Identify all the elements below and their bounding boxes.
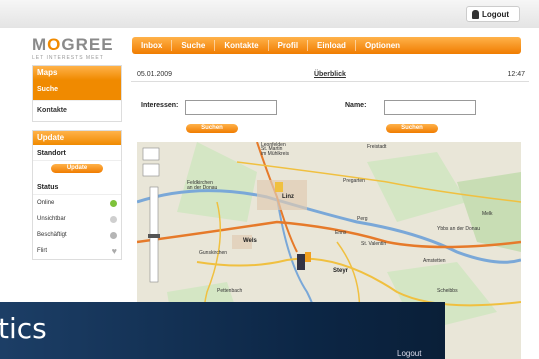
main-nav: Inbox Suche Kontakte Profil Einload Opti… [132, 37, 521, 54]
nav-kontakte[interactable]: Kontakte [215, 40, 269, 51]
name-search-button[interactable]: Suchen [386, 124, 438, 133]
background-window-title: tics [0, 312, 47, 345]
svg-text:Freistadt: Freistadt [367, 144, 387, 150]
status-flirt[interactable]: Flirt ♥ [33, 243, 121, 259]
maps-box: Maps Suche Kontakte [32, 65, 122, 122]
heart-icon: ♥ [111, 245, 117, 256]
svg-text:Gunskirchen: Gunskirchen [199, 250, 227, 256]
svg-text:Linz: Linz [282, 194, 294, 200]
svg-text:Pettenbach: Pettenbach [217, 288, 243, 294]
background-logout-link[interactable]: Logout [397, 349, 421, 358]
svg-text:St. Valentin: St. Valentin [361, 241, 386, 247]
status-unsichtbar[interactable]: Unsichtbar [33, 211, 121, 227]
current-time: 12:47 [507, 70, 525, 78]
logo-wordmark: MOGREE [32, 35, 114, 54]
user-icon [472, 9, 479, 19]
nav-einload[interactable]: Einload [308, 40, 356, 51]
svg-text:Ybbs an der Donau: Ybbs an der Donau [437, 226, 480, 232]
busy-icon [110, 231, 117, 239]
interessen-search-button[interactable]: Suchen [186, 124, 238, 133]
logout-button[interactable]: Logout [466, 6, 520, 22]
logout-label: Logout [482, 9, 510, 19]
nav-inbox[interactable]: Inbox [132, 40, 173, 51]
status-beschaeftigt[interactable]: Beschäftigt [33, 227, 121, 243]
update-heading: Update [33, 131, 121, 145]
standort-label: Standort [33, 145, 121, 161]
nav-suche[interactable]: Suche [172, 40, 216, 51]
search-row: Interessen: Name: [131, 100, 529, 115]
svg-text:an der Donau: an der Donau [187, 185, 218, 191]
update-button[interactable]: Update [51, 164, 103, 173]
invisible-icon [110, 215, 117, 223]
interessen-input[interactable] [185, 100, 277, 115]
svg-text:Enns: Enns [335, 230, 347, 236]
svg-text:Melk: Melk [482, 211, 493, 217]
nav-profil[interactable]: Profil [269, 40, 309, 51]
status-online[interactable]: Online [33, 195, 121, 211]
status-label: Status [33, 179, 121, 195]
top-strip: Logout [0, 0, 539, 28]
online-icon [110, 199, 117, 207]
logo-tagline: LET INTERESTS MEET [32, 55, 104, 61]
sidebar-item-suche[interactable]: Suche [33, 80, 121, 100]
sidebar: Maps Suche Kontakte Update Standort Upda… [32, 65, 122, 268]
name-label: Name: [345, 102, 367, 109]
svg-text:Wels: Wels [243, 238, 258, 244]
svg-text:Steyr: Steyr [333, 268, 349, 274]
nav-optionen[interactable]: Optionen [356, 40, 409, 51]
maps-heading: Maps [33, 66, 121, 80]
page-title[interactable]: Überblick [314, 71, 346, 78]
current-date: 05.01.2009 [137, 70, 173, 78]
svg-text:im Mühlkreis: im Mühlkreis [261, 151, 290, 157]
update-box: Update Standort Update Status Online Uns… [32, 130, 122, 260]
interessen-label: Interessen: [141, 102, 179, 109]
date-bar: 05.01.2009 Überblick 12:47 [131, 67, 529, 82]
svg-text:Perg: Perg [357, 216, 368, 222]
sidebar-item-kontakte[interactable]: Kontakte [33, 100, 121, 121]
svg-text:Leonfelden: Leonfelden [261, 142, 286, 148]
name-input[interactable] [384, 100, 476, 115]
mogree-logo[interactable]: MOGREE LET INTERESTS MEET [32, 36, 128, 62]
background-window-bar: tics Logout [0, 302, 445, 359]
svg-text:Pregarten: Pregarten [343, 178, 365, 184]
svg-text:Amstetten: Amstetten [423, 258, 446, 264]
svg-text:Scheibbs: Scheibbs [437, 288, 458, 294]
